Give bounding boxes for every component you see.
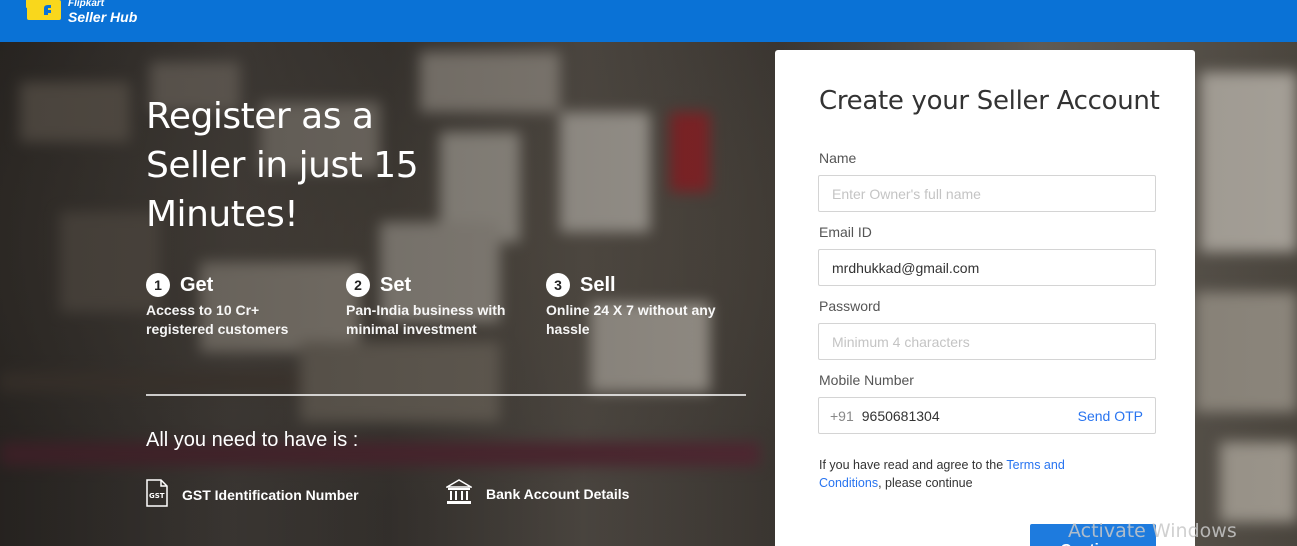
top-navigation-bar: Flipkart Seller Hub <box>0 0 1297 42</box>
name-label: Name <box>819 150 857 166</box>
requirement-label: Bank Account Details <box>486 485 630 502</box>
logo-brand: Flipkart <box>68 0 105 9</box>
name-input[interactable] <box>818 175 1156 212</box>
flipkart-bag-icon <box>26 0 62 22</box>
step-header: 1 Get <box>146 272 316 298</box>
step-description: Online 24 X 7 without any hassle <box>546 302 716 337</box>
mobile-label: Mobile Number <box>819 372 914 388</box>
terms-text: If you have read and agree to the Terms … <box>819 456 1119 492</box>
step-sell: 3 Sell Online 24 X 7 without any hassle <box>546 272 716 339</box>
logo-text: Flipkart Seller Hub <box>68 0 137 24</box>
email-label: Email ID <box>819 224 872 240</box>
hero-title: Register as a Seller in just 15 Minutes! <box>146 96 419 235</box>
step-description: Access to 10 Cr+ registered customers <box>146 302 289 337</box>
mobile-input[interactable]: +91 9650681304 Send OTP <box>818 397 1156 434</box>
step-header: 2 Set <box>346 272 516 298</box>
email-input[interactable] <box>818 249 1156 286</box>
terms-prefix: If you have read and agree to the <box>819 458 1007 472</box>
requirements-heading: All you need to have is : <box>146 429 359 451</box>
step-number-badge: 3 <box>546 273 570 297</box>
requirement-label: GST Identification Number <box>182 486 359 503</box>
requirement-bank: Bank Account Details <box>444 479 630 508</box>
gst-icon-label: GST <box>149 492 165 500</box>
step-description: Pan-India business with minimal investme… <box>346 302 506 337</box>
step-get: 1 Get Access to 10 Cr+ registered custom… <box>146 272 316 339</box>
terms-suffix: , please continue <box>878 476 973 490</box>
step-number-badge: 2 <box>346 273 370 297</box>
bank-icon <box>444 479 474 508</box>
form-title: Create your Seller Account <box>819 86 1160 116</box>
logo-product: Seller Hub <box>68 9 138 25</box>
requirement-gst: GST GST Identification Number <box>146 479 359 510</box>
step-set: 2 Set Pan-India business with minimal in… <box>346 272 516 339</box>
section-divider <box>146 394 746 396</box>
gst-document-icon: GST <box>146 479 168 510</box>
step-header: 3 Sell <box>546 272 716 298</box>
mobile-number-value[interactable]: 9650681304 <box>862 408 940 424</box>
password-input[interactable] <box>818 323 1156 360</box>
country-code: +91 <box>830 407 854 424</box>
step-title: Set <box>380 273 412 296</box>
send-otp-link[interactable]: Send OTP <box>1078 408 1143 424</box>
step-title: Sell <box>580 273 616 296</box>
step-title: Get <box>180 273 214 296</box>
activate-windows-watermark: Activate Windows <box>1068 520 1237 542</box>
seller-hub-logo[interactable]: Flipkart Seller Hub <box>26 0 137 24</box>
signup-card: Create your Seller Account Name Email ID… <box>775 50 1195 546</box>
password-label: Password <box>819 298 881 314</box>
step-number-badge: 1 <box>146 273 170 297</box>
